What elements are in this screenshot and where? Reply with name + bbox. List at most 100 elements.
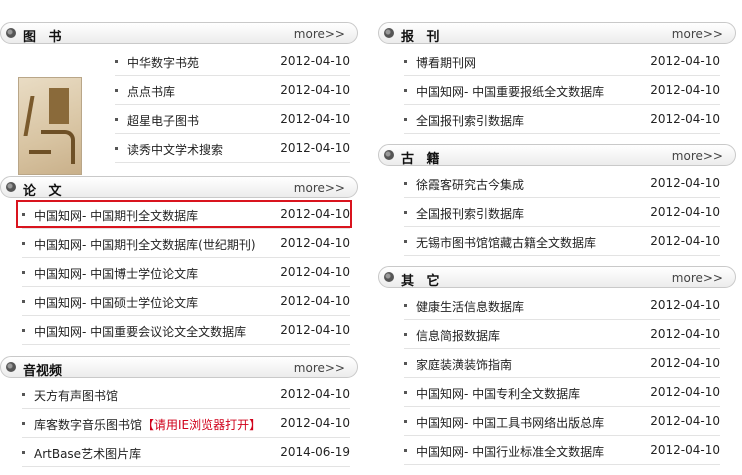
list-item[interactable]: 全国报刊索引数据库 2012-04-10 — [404, 105, 720, 134]
bullet-icon — [6, 362, 16, 372]
bullet-icon — [404, 118, 407, 121]
list-item[interactable]: 点点书库 2012-04-10 — [115, 76, 350, 105]
list-item[interactable]: 中国知网- 中国重要会议论文全文数据库 2012-04-10 — [22, 316, 350, 345]
item-title[interactable]: 中华数字书苑 — [127, 54, 199, 71]
books-more-link[interactable]: more>> — [294, 27, 345, 41]
bullet-icon — [404, 333, 407, 336]
bullet-icon — [22, 329, 25, 332]
item-date: 2012-04-10 — [650, 298, 720, 312]
list-item[interactable]: 无锡市图书馆馆藏古籍全文数据库 2012-04-10 — [404, 227, 720, 256]
item-title[interactable]: 库客数字音乐图书馆【请用IE浏览器打开】 — [34, 416, 261, 433]
list-item[interactable]: 中国知网- 中国博士学位论文库 2012-04-10 — [22, 258, 350, 287]
list-item[interactable]: 天方有声图书馆 2012-04-10 — [22, 380, 350, 409]
item-title[interactable]: 中国知网- 中国博士学位论文库 — [34, 265, 198, 282]
other-more-link[interactable]: more>> — [672, 271, 723, 285]
list-item[interactable]: ArtBase艺术图片库 2014-06-19 — [22, 438, 350, 467]
bullet-icon — [404, 362, 407, 365]
item-title[interactable]: 无锡市图书馆馆藏古籍全文数据库 — [416, 234, 596, 251]
book-cover-image[interactable] — [18, 77, 82, 175]
ancient-title: 古 籍 — [401, 152, 444, 167]
item-date: 2012-04-10 — [280, 265, 350, 279]
list-item[interactable]: 信息简报数据库 2012-04-10 — [404, 320, 720, 349]
item-date: 2012-04-10 — [650, 54, 720, 68]
list-item[interactable]: 徐霞客研究古今集成 2012-04-10 — [404, 169, 720, 198]
item-title[interactable]: 家庭装潢装饰指南 — [416, 356, 512, 373]
newspapers-title: 报 刊 — [401, 30, 444, 45]
item-title[interactable]: 健康生活信息数据库 — [416, 298, 524, 315]
papers-more-link[interactable]: more>> — [294, 181, 345, 195]
list-item[interactable]: 中国知网- 中国重要报纸全文数据库 2012-04-10 — [404, 76, 720, 105]
item-date: 2014-06-19 — [280, 445, 350, 459]
bullet-icon — [404, 391, 407, 394]
item-title[interactable]: 信息简报数据库 — [416, 327, 500, 344]
item-title[interactable]: 中国知网- 中国行业标准全文数据库 — [416, 443, 604, 460]
list-item[interactable]: 库客数字音乐图书馆【请用IE浏览器打开】 2012-04-10 — [22, 409, 350, 438]
bullet-icon — [384, 150, 394, 160]
item-title[interactable]: 中国知网- 中国硕士学位论文库 — [34, 294, 198, 311]
bullet-icon — [404, 420, 407, 423]
bullet-icon — [404, 449, 407, 452]
item-title[interactable]: 中国知网- 中国重要会议论文全文数据库 — [34, 323, 246, 340]
item-title[interactable]: ArtBase艺术图片库 — [34, 445, 141, 462]
books-section: 图 书 more>> 中华数字书苑 2012-04-10 点点书库 2012-0… — [0, 22, 358, 175]
bullet-icon — [115, 147, 118, 150]
list-item[interactable]: 中国知网- 中国专利全文数据库 2012-04-10 — [404, 378, 720, 407]
list-item[interactable]: 超星电子图书 2012-04-10 — [115, 105, 350, 134]
list-item[interactable]: 中国知网- 中国硕士学位论文库 2012-04-10 — [22, 287, 350, 316]
bullet-icon — [22, 271, 25, 274]
newspapers-header: 报 刊 more>> — [378, 22, 736, 45]
ancient-more-link[interactable]: more>> — [672, 149, 723, 163]
item-title[interactable]: 中国知网- 中国工具书网络出版总库 — [416, 414, 604, 431]
bullet-icon — [22, 393, 25, 396]
list-item[interactable]: 博看期刊网 2012-04-10 — [404, 47, 720, 76]
bullet-icon — [115, 118, 118, 121]
bullet-icon — [404, 240, 407, 243]
item-title[interactable]: 中国知网- 中国专利全文数据库 — [416, 385, 580, 402]
list-item[interactable]: 中华数字书苑 2012-04-10 — [115, 47, 350, 76]
item-date: 2012-04-10 — [650, 205, 720, 219]
item-title[interactable]: 博看期刊网 — [416, 54, 476, 71]
highlight-box — [16, 200, 352, 228]
item-date: 2012-04-10 — [650, 327, 720, 341]
item-date: 2012-04-10 — [650, 443, 720, 457]
newspapers-section: 报 刊 more>> 博看期刊网 2012-04-10 中国知网- 中国重要报纸… — [378, 22, 742, 134]
list-item[interactable]: 读秀中文学术搜索 2012-04-10 — [115, 134, 350, 163]
av-header: 音视频 more>> — [0, 356, 358, 379]
bullet-icon — [115, 89, 118, 92]
list-item[interactable]: 中国知网- 中国行业标准全文数据库 2012-04-10 — [404, 436, 720, 465]
bullet-icon — [404, 211, 407, 214]
list-item[interactable]: 中国知网- 中国工具书网络出版总库 2012-04-10 — [404, 407, 720, 436]
list-item[interactable]: 健康生活信息数据库 2012-04-10 — [404, 291, 720, 320]
item-date: 2012-04-10 — [650, 234, 720, 248]
item-title[interactable]: 徐霞客研究古今集成 — [416, 176, 524, 193]
item-title[interactable]: 读秀中文学术搜索 — [127, 141, 223, 158]
item-date: 2012-04-10 — [280, 387, 350, 401]
other-title: 其 它 — [401, 274, 444, 289]
newspapers-more-link[interactable]: more>> — [672, 27, 723, 41]
papers-title: 论 文 — [23, 184, 66, 199]
item-date: 2012-04-10 — [650, 414, 720, 428]
item-title[interactable]: 中国知网- 中国重要报纸全文数据库 — [416, 83, 604, 100]
ie-warning: 【请用IE浏览器打开】 — [142, 418, 262, 432]
item-title[interactable]: 天方有声图书馆 — [34, 387, 118, 404]
av-more-link[interactable]: more>> — [294, 361, 345, 375]
item-title[interactable]: 超星电子图书 — [127, 112, 199, 129]
item-date: 2012-04-10 — [280, 323, 350, 337]
item-date: 2012-04-10 — [650, 385, 720, 399]
bullet-icon — [22, 422, 25, 425]
books-header: 图 书 more>> — [0, 22, 358, 45]
list-item[interactable]: 家庭装潢装饰指南 2012-04-10 — [404, 349, 720, 378]
item-title[interactable]: 全国报刊索引数据库 — [416, 112, 524, 129]
item-date: 2012-04-10 — [650, 83, 720, 97]
bullet-icon — [6, 28, 16, 38]
item-title[interactable]: 点点书库 — [127, 83, 175, 100]
item-date: 2012-04-10 — [280, 416, 350, 430]
item-date: 2012-04-10 — [280, 83, 350, 97]
item-title-main[interactable]: 库客数字音乐图书馆 — [34, 418, 142, 432]
bullet-icon — [22, 451, 25, 454]
list-item[interactable]: 中国知网- 中国期刊全文数据库(世纪期刊) 2012-04-10 — [22, 229, 350, 258]
list-item[interactable]: 全国报刊索引数据库 2012-04-10 — [404, 198, 720, 227]
books-title: 图 书 — [23, 30, 66, 45]
item-title[interactable]: 中国知网- 中国期刊全文数据库(世纪期刊) — [34, 236, 256, 253]
item-title[interactable]: 全国报刊索引数据库 — [416, 205, 524, 222]
